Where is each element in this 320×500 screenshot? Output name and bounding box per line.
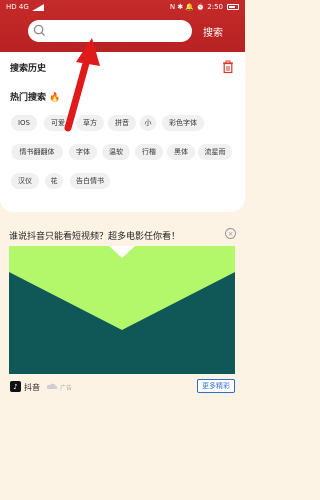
hot-tag[interactable]: 黑体 [167, 144, 195, 160]
more-button[interactable]: 更多精彩 [197, 379, 235, 393]
search-history-title: 搜索历史 [10, 64, 47, 74]
hot-tag[interactable]: 小 [140, 115, 156, 131]
hot-tag[interactable]: 情书翻翻体 [11, 144, 63, 160]
flame-icon: 🔥 [49, 93, 61, 103]
hot-tag[interactable]: 流星雨 [198, 144, 232, 160]
close-icon[interactable]: × [225, 228, 236, 239]
hot-search-label: 热门搜索 [10, 93, 47, 103]
ad-brand: 抖音 [24, 383, 40, 392]
hot-tag[interactable]: 拼音 [108, 115, 136, 131]
search-input[interactable] [50, 23, 186, 39]
search-panel [0, 52, 245, 212]
search-button[interactable]: 搜索 [196, 20, 230, 42]
hot-search-title: 热门搜索 🔥 [10, 90, 60, 103]
hot-tag[interactable]: 温软 [102, 144, 130, 160]
hot-tag[interactable]: 草方 [76, 115, 104, 131]
hot-tag[interactable]: 可爱 [44, 115, 72, 131]
hot-tag[interactable]: 彩色字体 [162, 115, 204, 131]
status-network: HD 4G [6, 3, 29, 11]
ad-image[interactable] [9, 246, 235, 374]
hot-tag[interactable]: 汉仪 [11, 173, 39, 189]
hot-tag[interactable]: 花 [45, 173, 63, 189]
hot-tag[interactable]: 行楷 [135, 144, 163, 160]
trash-icon[interactable] [221, 60, 235, 74]
signal-icon [31, 3, 44, 11]
tiktok-logo-icon: ♪ [10, 381, 21, 392]
ad-badge: 广告 [60, 385, 73, 392]
battery-icon [227, 4, 239, 10]
search-icon [33, 24, 46, 37]
hot-tag[interactable]: 字体 [69, 144, 97, 160]
hot-tag[interactable]: IOS [11, 115, 37, 131]
search-box[interactable] [28, 20, 192, 42]
status-bar: HD 4G N ✱ 🔔 ⏰ 2:50 [0, 0, 245, 14]
cloud-icon [46, 383, 58, 389]
hot-tag[interactable]: 告白情书 [70, 173, 110, 189]
status-icons: N ✱ 🔔 ⏰ 2:50 [169, 3, 223, 11]
header-bar: HD 4G N ✱ 🔔 ⏰ 2:50 搜索 [0, 0, 245, 52]
ad-title[interactable]: 谁说抖音只能看短视频？超多电影任你看！ [9, 229, 180, 242]
